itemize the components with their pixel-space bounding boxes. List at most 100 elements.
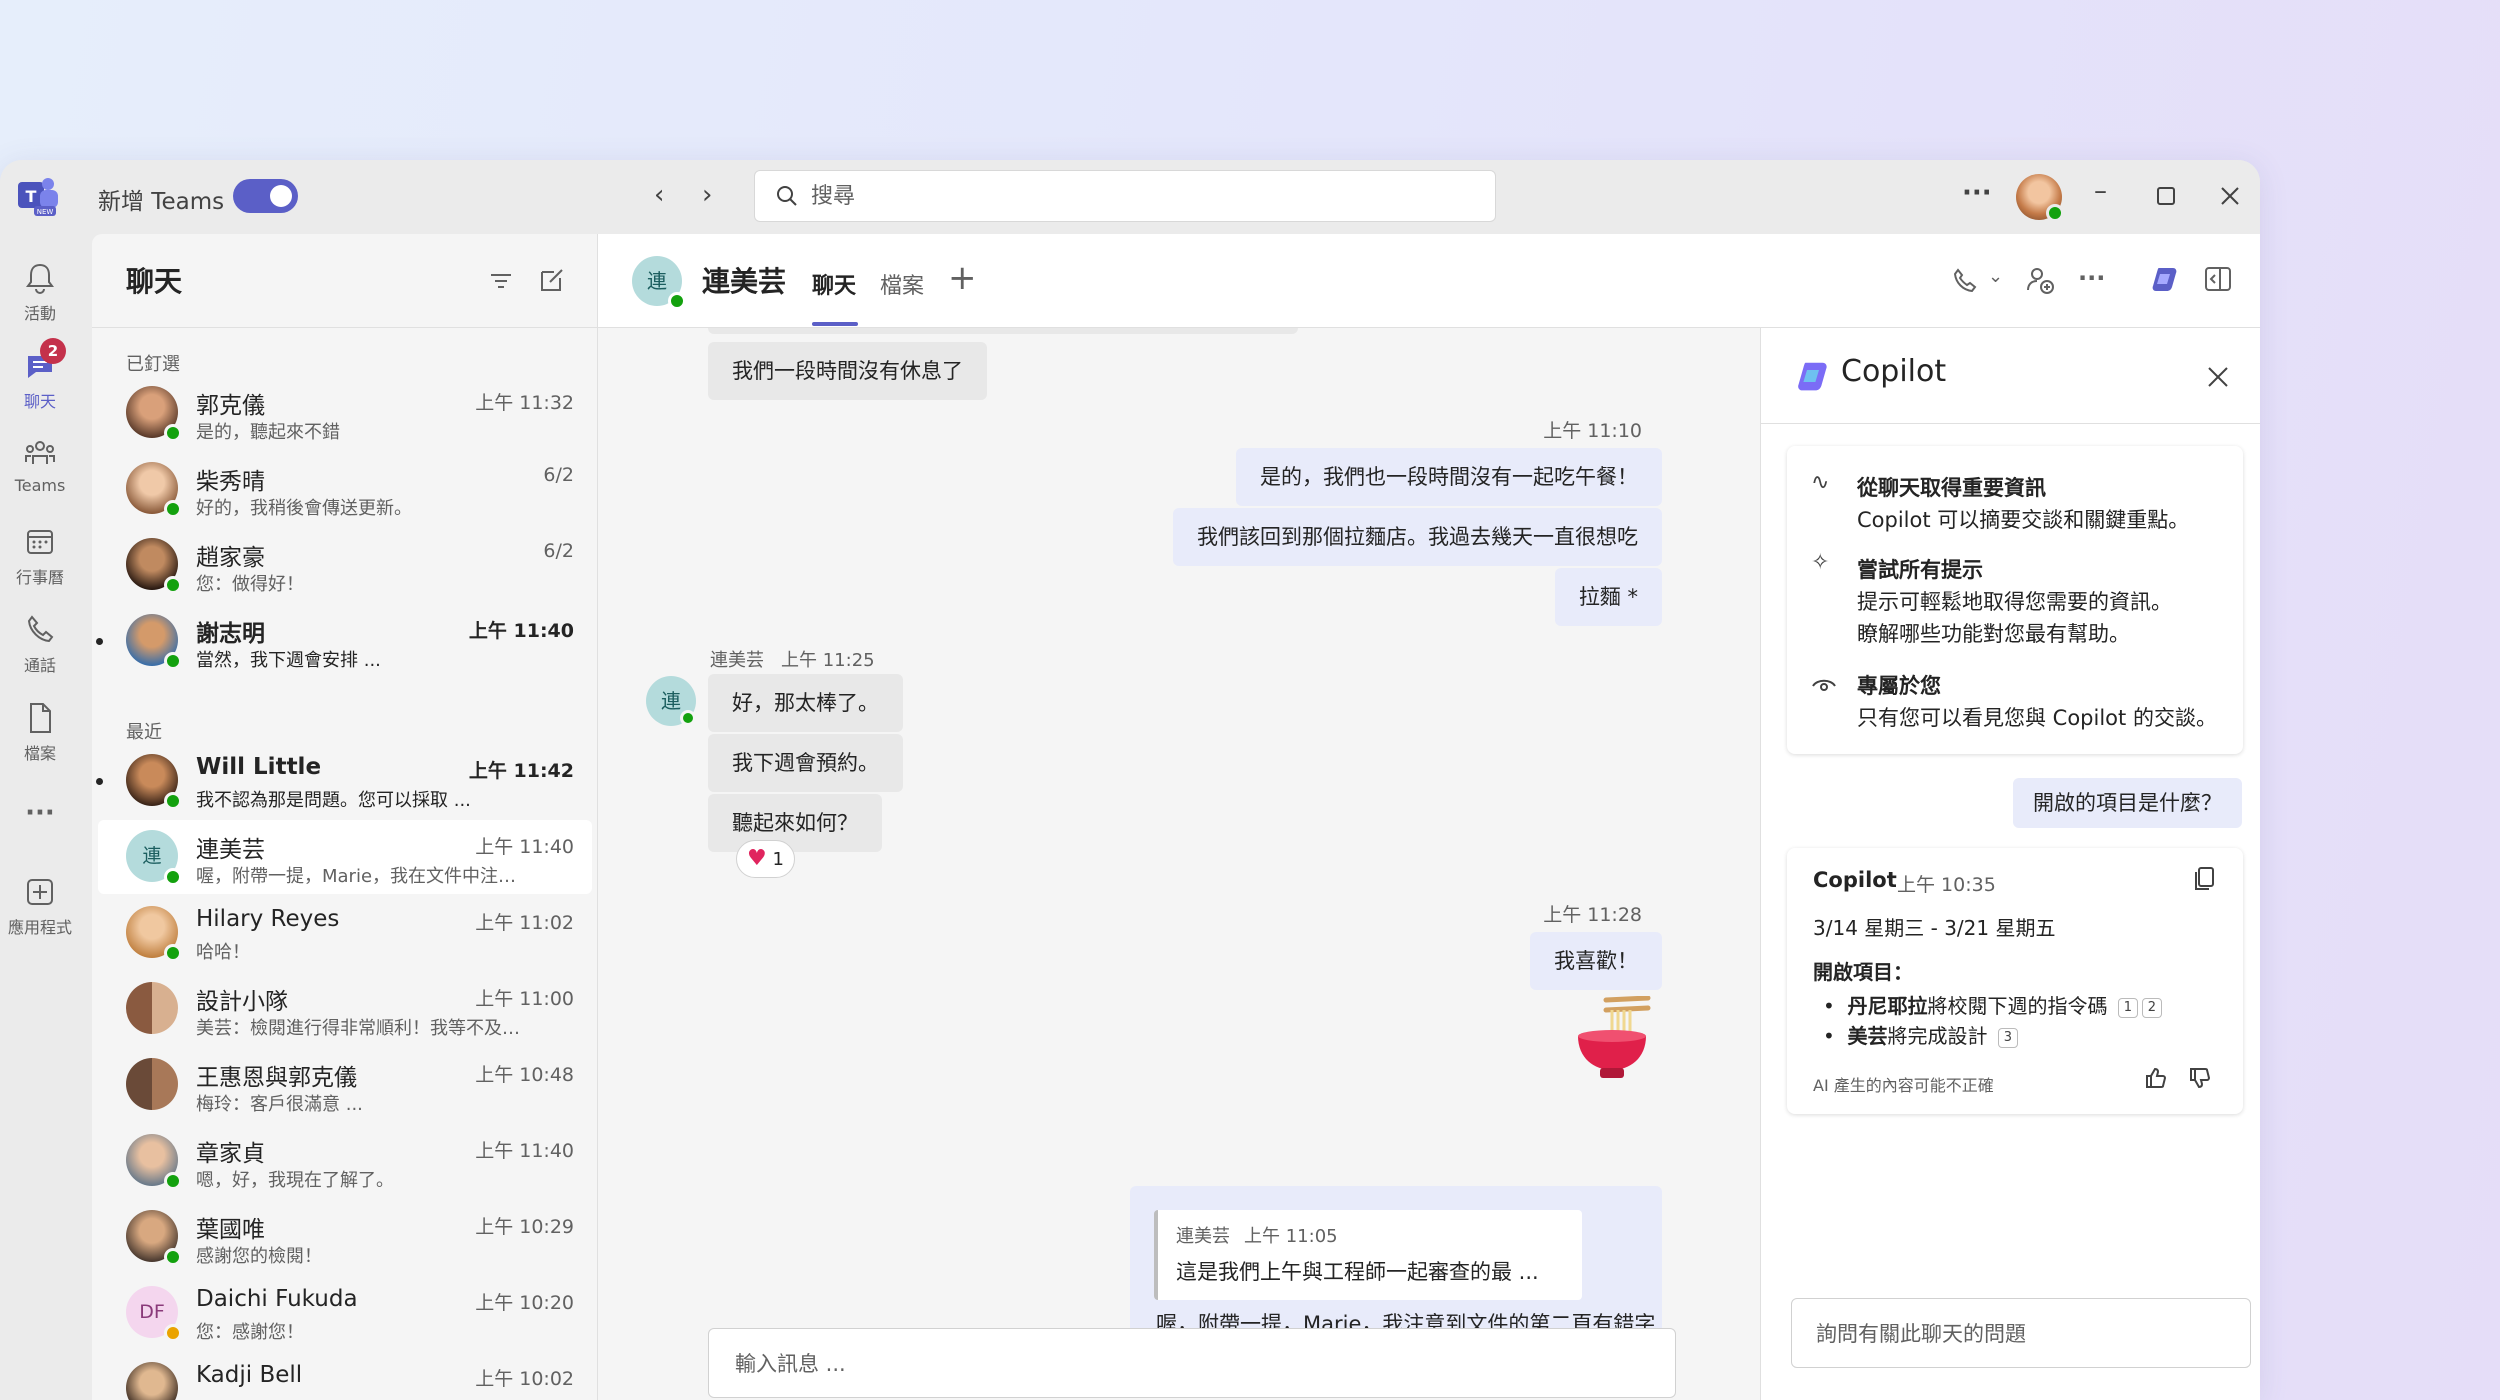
copilot-ask-box[interactable] <box>1791 1298 2251 1368</box>
bell-icon <box>26 263 54 294</box>
citation[interactable]: 2 <box>2141 997 2162 1018</box>
avatar-group <box>126 1058 178 1110</box>
new-chat-icon[interactable] <box>538 266 566 294</box>
presence-available <box>164 424 182 442</box>
chat-row-pinned[interactable]: 柴秀晴 6/2 好的，我稍後會傳送更新。 <box>98 452 592 526</box>
file-icon <box>30 703 51 733</box>
rail-activity[interactable]: 活動 <box>0 260 80 324</box>
copilot-features-card: ∿ 從聊天取得重要資訊 Copilot 可以摘要交談和關鍵重點。 ✧ 嘗試所有提… <box>1787 446 2243 754</box>
chat-row-recent[interactable]: Will Little 上午 11:42 我不認為那是問題。您可以採取 ... <box>96 744 592 818</box>
search-input[interactable] <box>811 181 1451 211</box>
chat-row-recent[interactable]: Kadji Bell 上午 10:02 <box>98 1352 592 1400</box>
open-item: • 美芸將完成設計 3 <box>1823 1020 2018 1049</box>
title-bar: T NEW 新增 Teams ‹ › ··· – <box>0 160 2260 234</box>
compose-box[interactable] <box>708 1328 1676 1398</box>
message-bubble-partial <box>708 328 1298 334</box>
message-input[interactable] <box>735 1347 1635 1381</box>
chat-row-recent[interactable]: 設計小隊 上午 11:00 美芸：檢閱進行得非常順利！我等不及了... <box>98 972 592 1046</box>
chat-row-pinned[interactable]: 趙家豪 6/2 您：做得好！ <box>98 528 592 602</box>
thumbs-up-icon[interactable] <box>2143 1066 2167 1090</box>
sparkle-icon: ✧ <box>1811 550 1830 575</box>
tab-chat[interactable]: 聊天 <box>812 268 856 300</box>
close-window-icon[interactable] <box>2220 186 2240 206</box>
chat-row-recent[interactable]: DF Daichi Fukuda 上午 10:20 您：感謝您！ <box>98 1276 592 1350</box>
add-apps-icon <box>27 879 53 905</box>
forward-arrow-icon[interactable]: › <box>702 180 712 210</box>
citation[interactable]: 3 <box>1997 1027 2018 1048</box>
rail-more[interactable]: ··· <box>0 794 80 828</box>
message-bubble[interactable]: 我們一段時間沒有休息了 <box>708 342 987 400</box>
svg-text:NEW: NEW <box>37 208 54 216</box>
filter-icon[interactable] <box>488 268 514 294</box>
back-arrow-icon[interactable]: ‹ <box>654 180 664 210</box>
rail-teams[interactable]: Teams <box>0 436 80 495</box>
pulse-icon: ∿ <box>1811 470 1830 495</box>
copilot-title: Copilot <box>1841 354 1947 389</box>
message-bubble[interactable]: 好，那太棒了。 <box>708 674 903 732</box>
message-bubble[interactable]: 我下週會預約。 <box>708 734 903 792</box>
add-people-icon[interactable] <box>2024 264 2056 296</box>
presence-available <box>164 652 182 670</box>
rail-calendar[interactable]: 行事曆 <box>0 524 80 588</box>
open-item: • 丹尼耶拉將校閱下週的指令碼 12 <box>1823 990 2162 1019</box>
teams-icon <box>25 441 55 464</box>
call-icon[interactable] <box>1950 266 1980 296</box>
rail-chat[interactable]: 2 聊天 <box>0 338 80 412</box>
message-timestamp: 上午 11:28 <box>1543 904 1642 926</box>
unread-indicator <box>96 778 103 785</box>
maximize-icon[interactable] <box>2156 186 2176 206</box>
chat-row-recent[interactable]: Hilary Reyes 上午 11:02 哈哈！ <box>98 896 592 970</box>
pinned-section-label: 已釘選 <box>126 354 180 375</box>
presence-available <box>164 792 182 810</box>
my-message-bubble[interactable]: 拉麵 * <box>1554 568 1662 626</box>
chevron-down-icon[interactable]: ⌄ <box>1988 266 2003 287</box>
thumbs-down-icon[interactable] <box>2187 1066 2211 1090</box>
copilot-ask-input[interactable] <box>1816 1317 2236 1351</box>
my-message-bubble[interactable]: 是的，我們也一段時間沒有一起吃午餐！ <box>1236 448 1662 506</box>
heart-reaction[interactable]: ♥ 1 <box>736 840 795 878</box>
rail-files[interactable]: 檔案 <box>0 700 80 764</box>
chat-row-pinned[interactable]: 郭克儀 上午 11:32 是的，聽起來不錯 <box>98 376 592 450</box>
add-tab-button[interactable]: + <box>948 258 977 298</box>
chat-row-recent[interactable]: 葉國唯 上午 10:29 感謝您的檢閱！ <box>98 1200 592 1274</box>
my-message-bubble[interactable]: 我喜歡！ <box>1530 932 1662 990</box>
message-timestamp: 上午 11:10 <box>1543 420 1642 442</box>
chat-row-recent[interactable]: 王惠恩與郭克儀 上午 10:48 梅玲：客戶很滿意 ... <box>98 1048 592 1122</box>
reaction-count: 1 <box>772 849 784 870</box>
my-message-bubble[interactable]: 我們該回到那個拉麵店。我過去幾天一直很想吃 <box>1173 508 1662 566</box>
copilot-logo-icon <box>1798 362 1827 391</box>
user-prompt-bubble[interactable]: 開啟的項目是什麼？ <box>2013 778 2242 828</box>
new-teams-toggle[interactable] <box>233 179 298 213</box>
quoted-message[interactable]: 連美芸 上午 11:05 這是我們上午與工程師一起審查的最 ... <box>1154 1210 1582 1300</box>
search-box[interactable] <box>754 170 1496 222</box>
chat-row-recent[interactable]: 章家貞 上午 11:40 嗯，好，我現在了解了。 <box>98 1124 592 1198</box>
svg-text:T: T <box>26 187 37 206</box>
tab-files[interactable]: 檔案 <box>880 268 924 300</box>
minimize-icon[interactable]: – <box>2094 176 2107 206</box>
message-bubble[interactable]: 聽起來如何？ <box>708 794 882 852</box>
presence-available <box>164 944 182 962</box>
search-icon <box>777 186 797 206</box>
more-options-icon[interactable]: ··· <box>2078 264 2105 292</box>
pop-out-panel-icon[interactable] <box>2204 266 2232 292</box>
presence-available <box>164 576 182 594</box>
chat-row-selected[interactable]: 連 連美芸 上午 11:40 喔，附帶一提，Marie，我在文件中注意到 ... <box>98 820 592 894</box>
copilot-icon[interactable] <box>2150 264 2180 294</box>
presence-away <box>164 1324 182 1342</box>
user-presence-dot <box>2046 204 2064 222</box>
chat-list-title: 聊天 <box>126 265 183 298</box>
citation[interactable]: 1 <box>2117 997 2138 1018</box>
unread-indicator <box>96 638 103 645</box>
copy-icon[interactable] <box>2193 866 2215 892</box>
more-options-icon[interactable]: ··· <box>1962 178 1992 208</box>
teams-window: T NEW 新增 Teams ‹ › ··· – 活動 2 聊天 <box>0 160 2260 1400</box>
rail-calls[interactable]: 通話 <box>0 612 80 676</box>
rail-apps[interactable]: 應用程式 <box>0 874 80 938</box>
chat-row-pinned[interactable]: 謝志明 上午 11:40 當然，我下週會安排 ... <box>96 604 592 678</box>
ai-disclaimer: AI 產生的內容可能不正確 <box>1813 1076 1994 1095</box>
calendar-icon <box>27 530 53 554</box>
avatar-group <box>126 982 178 1034</box>
copilot-header: Copilot <box>1761 328 2260 424</box>
chat-unread-badge: 2 <box>40 338 66 364</box>
close-copilot-icon[interactable] <box>2207 366 2229 388</box>
